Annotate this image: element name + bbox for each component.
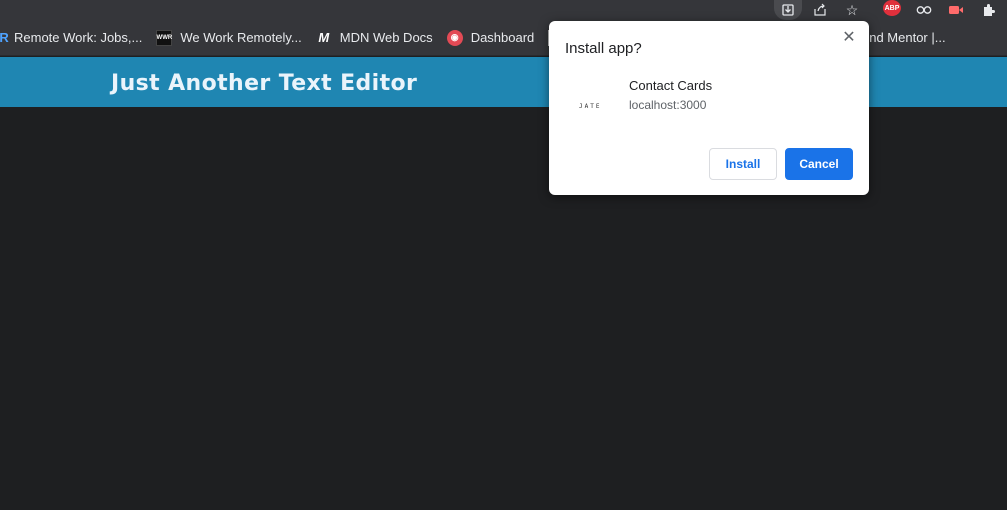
video-icon[interactable] — [942, 0, 970, 20]
bookmark-remote-work[interactable]: R Remote Work: Jobs,... — [0, 24, 150, 52]
dialog-title: Install app? — [565, 40, 642, 57]
bookmark-label: Remote Work: Jobs,... — [14, 30, 143, 45]
extensions-icon[interactable] — [974, 0, 1002, 20]
bookmark-label: Dashboard — [470, 30, 535, 45]
cancel-button[interactable]: Cancel — [785, 148, 853, 180]
share-icon[interactable] — [806, 0, 834, 20]
bookmark-we-work-remotely[interactable]: WWR We Work Remotely... — [150, 24, 309, 52]
bookmark-label: We Work Remotely... — [180, 30, 302, 45]
browser-toolbar: ☆ ABP — [0, 0, 1007, 20]
star-icon[interactable]: ☆ — [838, 0, 866, 20]
page-title: Just Another Text Editor — [111, 71, 418, 96]
app-logo: JATE — [579, 103, 602, 110]
abp-label: ABP — [884, 4, 900, 12]
remote-work-icon: R — [0, 30, 9, 45]
bookmark-dashboard[interactable]: ◉ Dashboard — [441, 24, 543, 52]
glasses-icon[interactable] — [910, 0, 938, 20]
install-app-dialog: Install app? ✕ JATE Contact Cards localh… — [549, 21, 869, 195]
install-icon[interactable] — [774, 0, 802, 20]
dashboard-icon: ◉ — [446, 29, 463, 46]
bookmark-frontend-mentor[interactable]: end Mentor |... — [862, 30, 946, 45]
app-origin: localhost:3000 — [629, 98, 707, 112]
app-name: Contact Cards — [629, 78, 713, 93]
install-button[interactable]: Install — [709, 148, 777, 180]
mdn-icon: M — [318, 30, 330, 45]
abp-icon[interactable]: ABP — [883, 0, 901, 16]
bookmark-label: MDN Web Docs — [339, 30, 433, 45]
wwr-icon: WWR — [156, 29, 173, 46]
bookmark-mdn[interactable]: M MDN Web Docs — [310, 24, 441, 52]
close-icon[interactable]: ✕ — [839, 27, 859, 47]
